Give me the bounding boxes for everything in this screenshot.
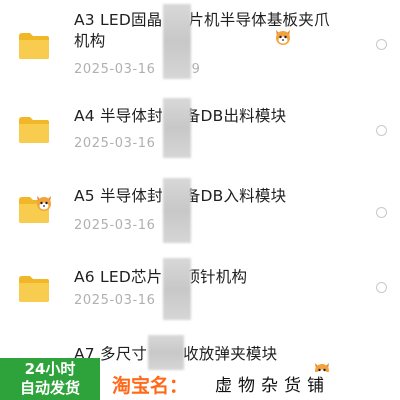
file-title-part: A4 半导体封 xyxy=(74,107,163,125)
file-title-part: 片机半导体基板夹爪 xyxy=(188,11,330,29)
shop-label: 淘宝名： xyxy=(112,375,189,397)
select-radio[interactable] xyxy=(376,207,387,218)
shop-banner: 淘宝名： 虚物杂货铺 xyxy=(100,372,400,400)
fox-mascot-icon xyxy=(273,27,293,47)
file-title: A6 LED芯片 顶针机构 xyxy=(74,267,364,288)
file-list-screen: A3 LED固晶 片机半导体基板夹爪 机构 2025-03-16 9 A4 半导体封… xyxy=(0,0,400,400)
file-title-part: A6 LED芯片 xyxy=(74,268,163,286)
privacy-blur xyxy=(163,178,191,243)
list-item[interactable]: A5 半导体封 备DB入料模块 2025-03-16 xyxy=(0,165,400,245)
privacy-blur xyxy=(148,335,184,370)
file-date-value: 2025-03-16 xyxy=(74,218,156,233)
file-date-value: 2025-03-16 xyxy=(74,62,156,77)
select-radio[interactable] xyxy=(376,125,387,136)
folder-icon xyxy=(17,116,51,144)
list-item[interactable]: A3 LED固晶 片机半导体基板夹爪 机构 2025-03-16 9 xyxy=(0,0,400,80)
delivery-badge-line1: 24小时 xyxy=(24,360,76,378)
folder-icon xyxy=(17,32,51,60)
file-title-part: 顶针机构 xyxy=(184,268,248,286)
shop-name: 虚物杂货铺 xyxy=(215,376,330,396)
privacy-blur xyxy=(163,98,191,158)
file-title: A3 LED固晶 片机半导体基板夹爪 机构 xyxy=(74,10,364,52)
delivery-badge: 24小时 自动发货 xyxy=(0,358,100,400)
privacy-blur xyxy=(163,4,191,79)
file-title: A4 半导体封 备DB出料模块 xyxy=(74,106,364,127)
list-item[interactable]: A4 半导体封 备DB出料模块 2025-03-16 xyxy=(0,80,400,160)
folder-icon xyxy=(17,275,51,303)
select-radio[interactable] xyxy=(376,39,387,50)
file-date: 2025-03-16 xyxy=(74,218,156,233)
fox-mascot-icon xyxy=(34,193,54,213)
file-title-part: A3 LED固晶 xyxy=(74,11,163,29)
file-date-value: 2025-03-16 xyxy=(74,293,156,308)
file-title: A5 半导体封 备DB入料模块 xyxy=(74,186,364,207)
file-date: 2025-03-16 xyxy=(74,293,156,308)
file-title-part: 机构 xyxy=(74,32,106,50)
file-date-tail: 9 xyxy=(191,62,201,77)
file-title-part: 备DB入料模块 xyxy=(184,187,287,205)
select-radio[interactable] xyxy=(376,282,387,293)
file-title-part: 收放弹夹模块 xyxy=(183,345,278,363)
file-title-part: A5 半导体封 xyxy=(74,187,163,205)
privacy-blur xyxy=(163,258,191,320)
list-item[interactable]: A6 LED芯片 顶针机构 2025-03-16 xyxy=(0,250,400,330)
file-title-part: 备DB出料模块 xyxy=(184,107,287,125)
file-date-value: 2025-03-16 xyxy=(74,136,156,151)
delivery-badge-line2: 自动发货 xyxy=(19,379,80,397)
file-date: 2025-03-16 xyxy=(74,136,156,151)
